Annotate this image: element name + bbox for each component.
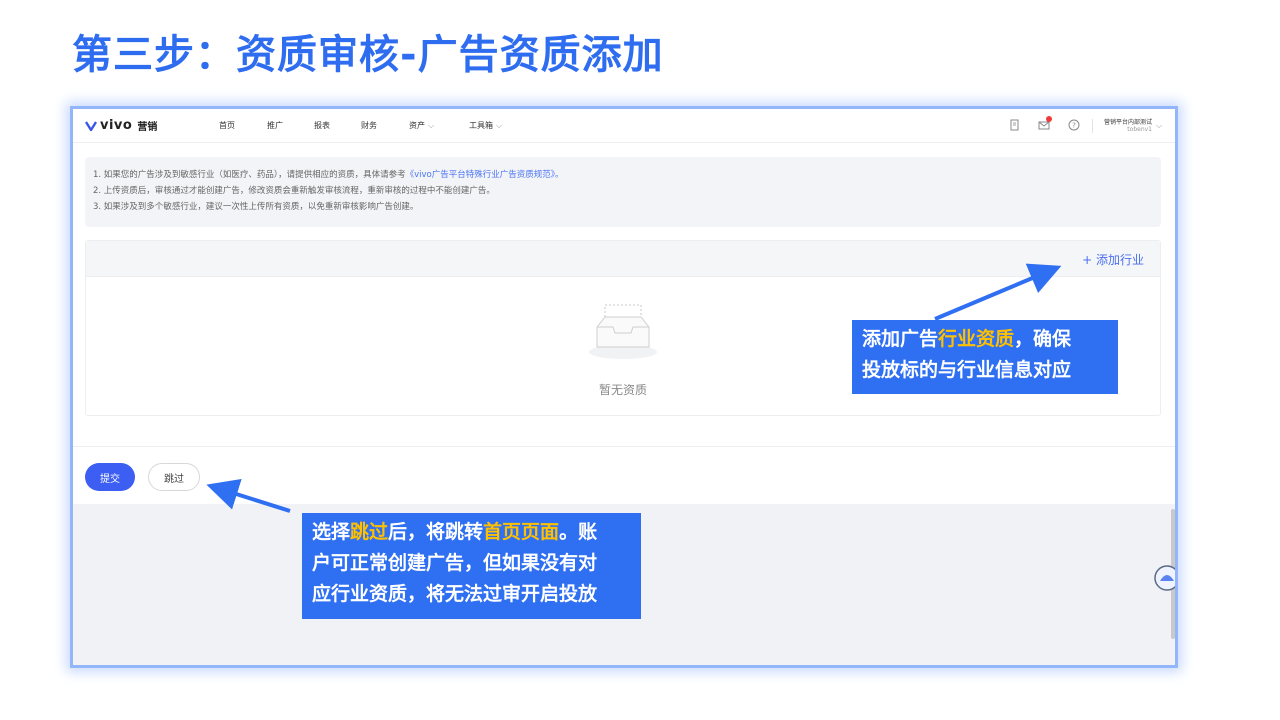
vivo-chevron-logo-icon <box>85 120 97 131</box>
section-divider <box>73 446 1175 447</box>
notice-line-1: 1. 如果您的广告涉及到敏感行业（如医疗、药品），请提供相应的资质，具体请参考《… <box>93 167 1153 183</box>
add-industry-button[interactable]: + 添加行业 <box>1082 251 1144 268</box>
callout-highlight: 行业资质 <box>938 328 1015 350</box>
helper-bot-icon[interactable] <box>1153 564 1178 592</box>
nav-item-home[interactable]: 首页 <box>219 120 235 131</box>
nav-item-assets[interactable]: 资产 ⌵ <box>409 120 434 131</box>
callout-text: 。账 <box>559 521 598 543</box>
callout-add-industry: 添加广告行业资质，确保 投放标的与行业信息对应 <box>852 320 1118 394</box>
slide: 第三步：资质审核-广告资质添加 vivo 营销 首页 推广 报表 财务 资产 ⌵ … <box>0 0 1280 720</box>
chevron-down-icon: ⌵ <box>496 121 503 130</box>
qualification-spec-link[interactable]: 《vivo广告平台特殊行业广告资质规范》 <box>406 170 555 180</box>
callout-add-industry-line-2: 投放标的与行业信息对应 <box>862 359 1072 381</box>
callout-text: 选择 <box>312 521 351 543</box>
notice-box: 1. 如果您的广告涉及到敏感行业（如医疗、药品），请提供相应的资质，具体请参考《… <box>85 157 1161 227</box>
callout-skip-line-1: 选择跳过后，将跳转首页页面。账 <box>312 517 631 548</box>
nav-item-reports[interactable]: 报表 <box>314 120 330 131</box>
callout-text: 添加广告 <box>862 328 939 350</box>
skip-button[interactable]: 跳过 <box>148 463 200 491</box>
callout-skip-line-2: 户可正常创建广告，但如果没有对 <box>312 552 598 574</box>
nav-item-toolbox[interactable]: 工具箱 ⌵ <box>469 120 502 131</box>
chevron-down-icon[interactable]: ⌵ <box>1156 121 1162 131</box>
callout-highlight: 跳过 <box>350 521 389 543</box>
slide-title: 第三步：资质审核-广告资质添加 <box>72 32 664 78</box>
callout-add-industry-line-1: 添加广告行业资质，确保 <box>862 324 1108 355</box>
vivo-logo[interactable]: vivo 营销 <box>85 118 157 133</box>
nav-item-toolbox-label: 工具箱 <box>469 121 493 130</box>
notice-line-1-text: 1. 如果您的广告涉及到敏感行业（如医疗、药品），请提供相应的资质，具体请参考 <box>93 170 406 180</box>
notice-line-2: 2. 上传资质后，审核通过才能创建广告，修改资质会重新触发审核流程，重新审核的过… <box>93 186 495 196</box>
account-menu[interactable]: 营销平台内部测试 tobenv1 <box>1100 117 1152 133</box>
notice-line-3: 3. 如果涉及到多个敏感行业，建议一次性上传所有资质，以免重新审核影响广告创建。 <box>93 202 419 212</box>
help-circle-icon[interactable]: ? <box>1068 119 1080 131</box>
notice-line-1-suffix: 。 <box>554 170 564 180</box>
panel-header: + 添加行业 <box>86 241 1160 277</box>
callout-text: ，确保 <box>1014 328 1072 350</box>
account-id: tobenv1 <box>1127 126 1152 133</box>
svg-text:?: ? <box>1072 122 1076 130</box>
callout-skip-line-3: 应行业资质，将无法过审开启投放 <box>312 583 598 605</box>
notification-badge <box>1046 116 1052 122</box>
chevron-down-icon: ⌵ <box>428 121 435 130</box>
logo-text: vivo <box>100 118 133 133</box>
callout-skip: 选择跳过后，将跳转首页页面。账 户可正常创建广告，但如果没有对 应行业资质，将无… <box>302 513 641 619</box>
account-name: 营销平台内部测试 <box>1103 119 1152 126</box>
navbar-divider <box>1092 119 1093 133</box>
document-icon[interactable] <box>1009 119 1021 131</box>
top-navbar: vivo 营销 首页 推广 报表 财务 资产 ⌵ 工具箱 ⌵ ? 营销平台内部测… <box>73 109 1175 143</box>
nav-item-finance[interactable]: 财务 <box>361 120 377 131</box>
logo-suffix: 营销 <box>137 122 158 133</box>
callout-highlight: 首页页面 <box>483 521 560 543</box>
nav-item-assets-label: 资产 <box>409 121 425 130</box>
submit-button[interactable]: 提交 <box>85 463 135 491</box>
nav-item-promotion[interactable]: 推广 <box>267 120 283 131</box>
callout-text: 后，将跳转 <box>388 521 484 543</box>
empty-inbox-icon <box>589 304 657 359</box>
